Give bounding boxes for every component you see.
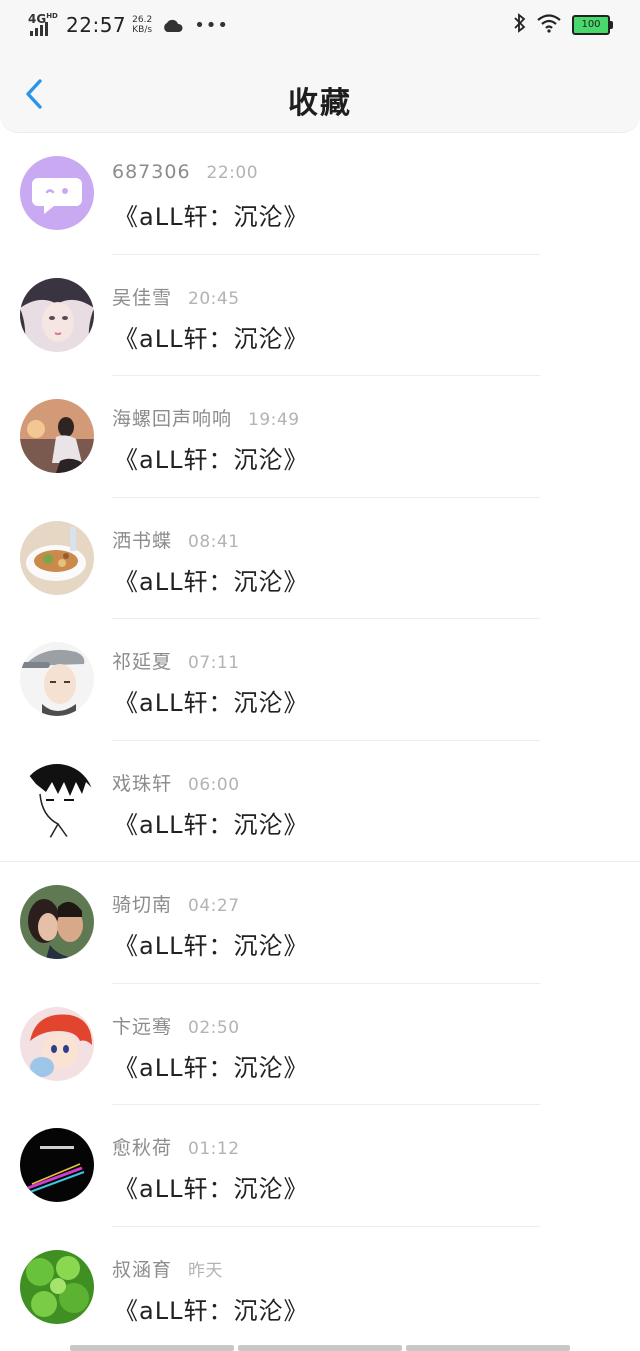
list-item[interactable]: 卞远骞 02:50 《aLL轩：沉沦》 (0, 984, 640, 1105)
message-text: 《aLL轩：沉沦》 (114, 1296, 309, 1325)
timestamp: 01:12 (188, 1139, 240, 1159)
favorites-list: 687306 22:00 《aLL轩：沉沦》 吴佳雪 20:45 《aLL轩：沉… (0, 133, 640, 1348)
page-title: 收藏 (288, 86, 352, 121)
timestamp: 昨天 (188, 1260, 224, 1281)
couple-kiss-avatar (20, 885, 94, 959)
timestamp: 19:49 (248, 410, 300, 430)
message-text: 《aLL轩：沉沦》 (114, 324, 309, 353)
boy-cap-avatar (20, 642, 94, 716)
sender-name: 愈秋荷 (112, 1137, 173, 1159)
dark-text-avatar (20, 1128, 94, 1202)
girl-portrait-avatar (20, 277, 94, 352)
list-item[interactable]: 骑切南 04:27 《aLL轩：沉沦》 (0, 862, 640, 984)
sender-name: 卞远骞 (112, 1015, 173, 1038)
message-text: 《aLL轩：沉沦》 (114, 810, 309, 839)
food-bowl-avatar (20, 520, 94, 595)
message-text: 《aLL轩：沉沦》 (114, 1175, 309, 1203)
bluetooth-icon (514, 13, 526, 37)
message-text: 《aLL轩：沉沦》 (114, 203, 309, 231)
clock: 22:57 (66, 13, 127, 37)
sender-name: 海螺回声响响 (112, 408, 233, 430)
sender-name: 吴佳雪 (112, 286, 173, 309)
timestamp: 22:00 (206, 163, 259, 183)
more-notifications-icon: ••• (194, 14, 230, 36)
wifi-icon (536, 13, 562, 37)
timestamp: 20:45 (188, 288, 240, 309)
timestamp: 08:41 (188, 531, 240, 552)
green-leaves-avatar (20, 1249, 94, 1324)
list-item[interactable]: 戏珠轩 06:00 《aLL轩：沉沦》 (0, 741, 640, 862)
list-item[interactable]: 吴佳雪 20:45 《aLL轩：沉沦》 (0, 255, 640, 376)
list-item[interactable]: 海螺回声响响 19:49 《aLL轩：沉沦》 (0, 376, 640, 498)
timestamp: 06:00 (188, 774, 240, 795)
cartoon-girl-avatar (20, 1006, 94, 1081)
cloud-icon (162, 18, 184, 32)
sender-name: 祁延夏 (112, 651, 173, 673)
sender-name: 骑切南 (112, 894, 173, 916)
message-text: 《aLL轩：沉沦》 (114, 567, 309, 596)
sender-name: 戏珠轩 (112, 772, 173, 795)
scroll-indicator (70, 1345, 570, 1351)
header: 收藏 (0, 50, 640, 133)
message-text: 《aLL轩：沉沦》 (114, 446, 309, 474)
sender-name: 687306 (112, 161, 191, 183)
sender-name: 叔涵育 (112, 1258, 173, 1281)
list-item[interactable]: 叔涵育 昨天 《aLL轩：沉沦》 (0, 1227, 640, 1349)
battery-icon: 100 (572, 15, 613, 35)
cellular-signal-icon: 4GHD (28, 12, 58, 38)
list-item[interactable]: 洒书蝶 08:41 《aLL轩：沉沦》 (0, 498, 640, 619)
message-text: 《aLL轩：沉沦》 (114, 932, 309, 960)
message-text: 《aLL轩：沉沦》 (114, 689, 309, 717)
list-item[interactable]: 祁延夏 07:11 《aLL轩：沉沦》 (0, 619, 640, 741)
sender-name: 洒书蝶 (112, 529, 173, 552)
list-item[interactable]: 687306 22:00 《aLL轩：沉沦》 (0, 133, 640, 255)
timestamp: 02:50 (188, 1017, 240, 1038)
timestamp: 04:27 (188, 896, 240, 916)
network-speed: 26.2 KB/s (132, 15, 153, 35)
message-text: 《aLL轩：沉沦》 (114, 1053, 309, 1082)
status-bar: 4GHD 22:57 26.2 KB/s ••• 100 (0, 0, 640, 50)
chat-bubble-avatar (20, 156, 94, 230)
seaside-girl-avatar (20, 399, 94, 473)
anime-boy-avatar (20, 763, 94, 838)
timestamp: 07:11 (188, 653, 240, 673)
list-item[interactable]: 愈秋荷 01:12 《aLL轩：沉沦》 (0, 1105, 640, 1227)
